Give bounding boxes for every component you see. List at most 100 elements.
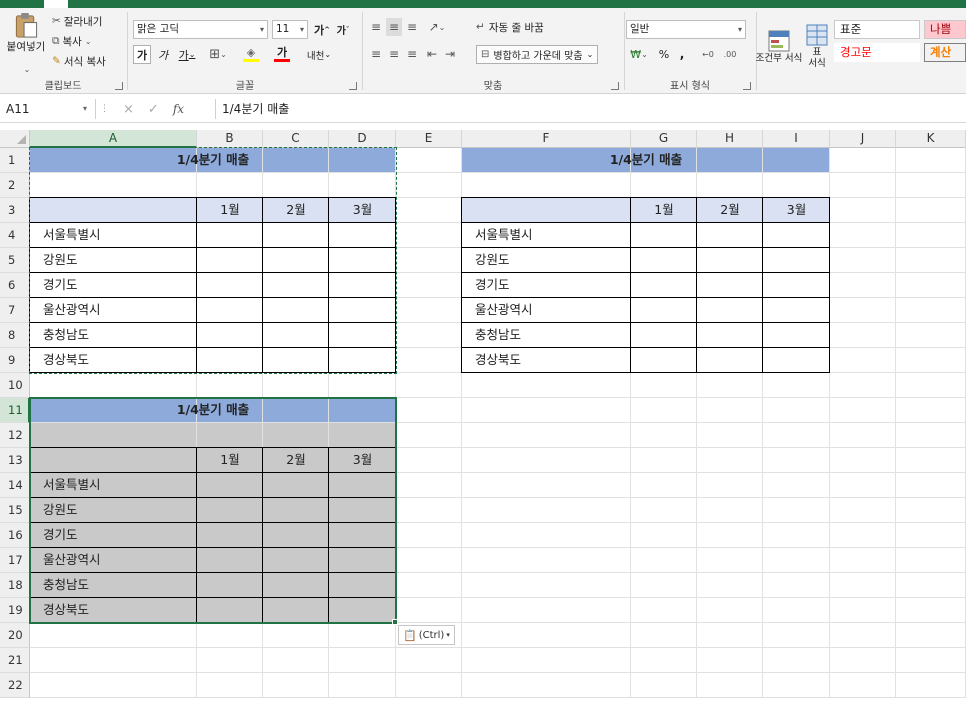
- number-format-value: 일반: [630, 23, 650, 35]
- border-button[interactable]: ⊞ ⌄: [204, 45, 232, 64]
- increase-decimal-icon[interactable]: ←0: [698, 45, 718, 63]
- row-header-16[interactable]: 16: [0, 523, 30, 548]
- row-header-13[interactable]: 13: [0, 448, 30, 473]
- copy-dropdown-icon[interactable]: ⌄: [85, 37, 92, 46]
- format-painter-button[interactable]: ✎ 서식 복사: [52, 52, 106, 70]
- fill-color-button[interactable]: ◈: [236, 45, 266, 64]
- row-header-18[interactable]: 18: [0, 573, 30, 598]
- italic-button[interactable]: 가: [154, 45, 172, 64]
- decrease-font-size-button[interactable]: 가ˇ: [333, 20, 353, 39]
- align-center-icon[interactable]: ≡: [386, 45, 402, 63]
- row-header-19[interactable]: 19: [0, 598, 30, 623]
- comma-button[interactable]: ,: [676, 45, 688, 63]
- style-calc[interactable]: 계산: [924, 43, 966, 62]
- column-header-b[interactable]: B: [197, 130, 263, 148]
- wrap-text-icon: ↵: [476, 21, 485, 33]
- align-bottom-icon[interactable]: ≡: [404, 18, 420, 36]
- worksheet-grid[interactable]: A B C D E F G H I J K 1 2 3 4 5 6 7 8 9 10 11 12 13 14 15 16 17 18 19…: [0, 130, 966, 710]
- paste-button[interactable]: 붙여넣기: [6, 12, 46, 54]
- clipboard-launcher-icon[interactable]: [115, 82, 123, 90]
- column-header-i[interactable]: I: [763, 130, 830, 148]
- decrease-indent-icon[interactable]: ⇤: [424, 45, 440, 63]
- merge-icon: ⊟: [481, 49, 490, 60]
- style-bad-label: 나쁨: [930, 22, 952, 36]
- column-header-d[interactable]: D: [329, 130, 396, 148]
- row-header-11[interactable]: 11: [0, 398, 30, 423]
- column-header-k[interactable]: K: [896, 130, 966, 148]
- row-header-7[interactable]: 7: [0, 298, 30, 323]
- underline-button[interactable]: 가 ⌄: [174, 45, 200, 64]
- font-size-combo[interactable]: 11 ▾: [272, 20, 308, 39]
- row-header-22[interactable]: 22: [0, 673, 30, 698]
- align-right-icon[interactable]: ≡: [404, 45, 420, 63]
- insert-function-icon[interactable]: fx: [173, 102, 184, 116]
- column-header-c[interactable]: C: [263, 130, 329, 148]
- clipboard-group-label: 클립보드: [44, 81, 82, 92]
- wrap-text-button[interactable]: ↵ 자동 줄 바꿈: [476, 18, 544, 36]
- row-header-10[interactable]: 10: [0, 373, 30, 398]
- align-left-icon[interactable]: ≡: [368, 45, 384, 63]
- cut-button[interactable]: ✂ 잘라내기: [52, 12, 102, 30]
- number-format-combo[interactable]: 일반 ▾: [626, 20, 746, 39]
- row-header-17[interactable]: 17: [0, 548, 30, 573]
- style-normal[interactable]: 표준: [834, 20, 920, 39]
- copy-button[interactable]: ⧉ 복사 ⌄: [52, 32, 92, 50]
- select-all-button[interactable]: [0, 130, 30, 148]
- orientation-icon[interactable]: ↗ ⌄: [424, 18, 450, 36]
- ribbon: 붙여넣기 ⌄ ✂ 잘라내기 ⧉ 복사 ⌄ ✎ 서식 복사 클립보드 맑은 고딕 …: [0, 8, 966, 94]
- style-warning[interactable]: 경고문: [834, 43, 920, 62]
- row-header-14[interactable]: 14: [0, 473, 30, 498]
- font-color-button[interactable]: 가: [268, 45, 296, 64]
- enter-icon[interactable]: ✓: [148, 102, 159, 117]
- conditional-format-button[interactable]: 조건부 서식: [756, 12, 802, 80]
- row-header-9[interactable]: 9: [0, 348, 30, 373]
- column-header-g[interactable]: G: [631, 130, 697, 148]
- column-header-f[interactable]: F: [462, 130, 631, 148]
- decrease-decimal-icon[interactable]: .00: [720, 45, 740, 63]
- table-a11-region-cell: 충청남도: [43, 577, 90, 592]
- row-header-3[interactable]: 3: [0, 198, 30, 223]
- chevron-down-icon: ▾: [299, 25, 304, 34]
- home-tab[interactable]: [44, 0, 68, 8]
- column-header-h[interactable]: H: [697, 130, 763, 148]
- table-f-border-h: [462, 247, 830, 248]
- percent-button[interactable]: %: [656, 45, 672, 63]
- number-launcher-icon[interactable]: [743, 82, 751, 90]
- table-a-region-cell: 서울특별시: [43, 227, 101, 242]
- row-header-12[interactable]: 12: [0, 423, 30, 448]
- row-header-20[interactable]: 20: [0, 623, 30, 648]
- format-as-table-icon: [806, 24, 828, 46]
- increase-indent-icon[interactable]: ⇥: [442, 45, 458, 63]
- paste-dropdown-icon[interactable]: ⌄: [20, 64, 34, 74]
- font-name-combo[interactable]: 맑은 고딕 ▾: [133, 20, 268, 39]
- style-bad[interactable]: 나쁨: [924, 20, 966, 39]
- row-header-2[interactable]: 2: [0, 173, 30, 198]
- row-header-4[interactable]: 4: [0, 223, 30, 248]
- row-header-21[interactable]: 21: [0, 648, 30, 673]
- row-header-5[interactable]: 5: [0, 248, 30, 273]
- cut-label: 잘라내기: [63, 15, 103, 28]
- format-as-table-button[interactable]: 표 서식: [800, 12, 834, 80]
- row-header-6[interactable]: 6: [0, 273, 30, 298]
- cancel-icon[interactable]: ×: [123, 102, 134, 117]
- paste-options-button[interactable]: 📋 (Ctrl) ▾: [398, 625, 455, 645]
- column-header-a[interactable]: A: [30, 130, 197, 148]
- name-box[interactable]: A11 ▾: [4, 99, 96, 119]
- accounting-format-icon[interactable]: ₩ ⌄: [626, 45, 652, 63]
- table-a-border-h: [30, 297, 396, 298]
- table-a11-border-h: [30, 547, 396, 548]
- formula-input[interactable]: 1/4분기 매출: [215, 99, 289, 119]
- alignment-launcher-icon[interactable]: [611, 82, 619, 90]
- increase-font-size-button[interactable]: 가 ^: [312, 20, 332, 39]
- row-header-1[interactable]: 1: [0, 148, 30, 173]
- align-middle-icon[interactable]: ≡: [386, 18, 402, 36]
- column-header-e[interactable]: E: [396, 130, 462, 148]
- merge-center-button[interactable]: ⊟ 병합하고 가운데 맞춤 ⌄: [476, 45, 599, 64]
- row-header-8[interactable]: 8: [0, 323, 30, 348]
- font-launcher-icon[interactable]: [349, 82, 357, 90]
- column-header-j[interactable]: J: [830, 130, 896, 148]
- row-header-15[interactable]: 15: [0, 498, 30, 523]
- bold-button[interactable]: 가: [133, 45, 151, 64]
- phonetic-button[interactable]: 내천 ⌄: [302, 45, 336, 64]
- align-top-icon[interactable]: ≡: [368, 18, 384, 36]
